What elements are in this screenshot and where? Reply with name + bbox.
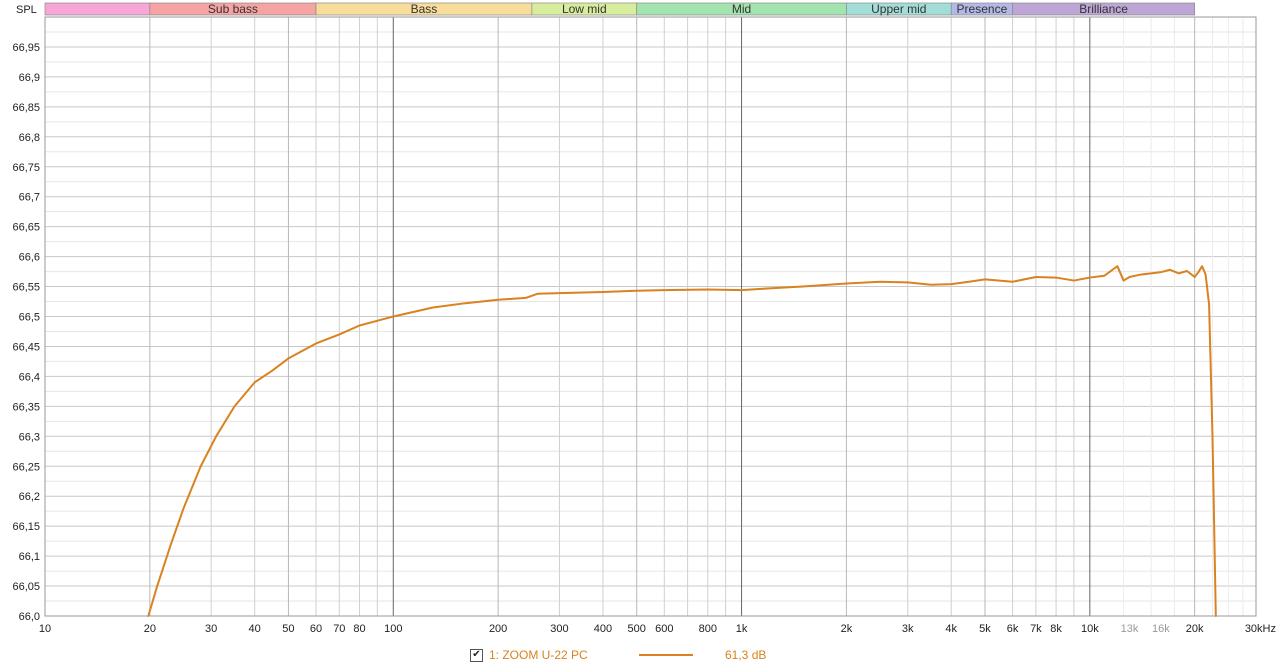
x-tick-label: 300 [550, 623, 568, 635]
x-tick-label: 4k [945, 623, 957, 635]
x-tick-label: 800 [699, 623, 717, 635]
y-tick-label: 66,1 [19, 551, 40, 563]
y-tick-label: 66,25 [12, 461, 40, 473]
y-tick-label: 66,45 [12, 341, 40, 353]
y-tick-label: 66,65 [12, 222, 40, 234]
x-tick-label: 13k [1121, 623, 1139, 635]
legend-series-name: 1: ZOOM U-22 PC [489, 648, 588, 662]
x-tick-label: 80 [353, 623, 365, 635]
y-tick-label: 66,9 [19, 72, 40, 84]
legend-line-swatch [639, 654, 693, 656]
x-tick-label: 500 [628, 623, 646, 635]
x-axis-ticks: 10 20 30 40 50 60 70 80 100 200 300 400 500 600 800 1k 2… [39, 623, 1276, 635]
x-tick-label: 100 [384, 623, 402, 635]
band-label: Upper mid [871, 2, 926, 16]
x-tick-label: 50 [282, 623, 294, 635]
band-label: Mid [732, 2, 751, 16]
band-label: Low mid [562, 2, 607, 16]
x-tick-label: 16k [1152, 623, 1170, 635]
spl-corner-label: SPL [16, 4, 37, 16]
y-tick-label: 66,2 [19, 491, 40, 503]
y-tick-label: 66,6 [19, 252, 40, 264]
y-tick-label: 66,3 [19, 431, 40, 443]
x-tick-label: 400 [594, 623, 612, 635]
x-tick-label: 60 [310, 623, 322, 635]
y-tick-label: 66,7 [19, 192, 40, 204]
y-tick-label: 66,8 [19, 132, 40, 144]
x-tick-label: 40 [249, 623, 261, 635]
y-tick-label: 66,05 [12, 581, 40, 593]
x-tick-label: 10 [39, 623, 51, 635]
band-label: Presence [957, 2, 1008, 16]
y-tick-label: 66,0 [19, 611, 40, 623]
y-tick-label: 66,35 [12, 401, 40, 413]
frequency-bands: Sub bass Bass Low mid Mid Upper mid Presence B… [44, 2, 1196, 16]
y-tick-label: 66,95 [12, 42, 40, 54]
x-tick-label: 600 [655, 623, 673, 635]
frequency-response-chart: Sub bass Bass Low mid Mid Upper mid Presence B… [12, 2, 1276, 635]
x-tick-label: 10k [1081, 623, 1099, 635]
y-tick-label: 66,4 [19, 371, 40, 383]
x-tick-label: 6k [1007, 623, 1019, 635]
x-tick-label: 20k [1186, 623, 1204, 635]
band-label: Bass [411, 2, 438, 16]
y-tick-label: 66,5 [19, 312, 40, 324]
y-tick-label: 66,15 [12, 521, 40, 533]
grid-lines [44, 17, 1257, 616]
x-tick-label: 5k [979, 623, 991, 635]
legend: ✔ 1: ZOOM U-22 PC 61,3 dB [470, 646, 766, 664]
x-tick-label: 3k [902, 623, 914, 635]
y-tick-label: 66,55 [12, 282, 40, 294]
x-tick-label: 20 [144, 623, 156, 635]
y-tick-label: 66,75 [12, 162, 40, 174]
x-tick-label: 30 [205, 623, 217, 635]
x-tick-label: 70 [333, 623, 345, 635]
y-axis-ticks: 66,0 66,05 66,1 66,15 66,2 66,25 66,3 66,35 66,4… [12, 42, 40, 623]
band-label: Brilliance [1079, 2, 1128, 16]
legend-spl-value: 61,3 dB [725, 648, 767, 662]
x-tick-label: 200 [489, 623, 507, 635]
x-tick-label: 30kHz [1245, 623, 1276, 635]
x-tick-label: 8k [1050, 623, 1062, 635]
x-tick-label: 2k [841, 623, 853, 635]
x-tick-label: 1k [736, 623, 748, 635]
band-segment [44, 2, 151, 16]
band-label: Sub bass [208, 2, 258, 16]
y-tick-label: 66,85 [12, 102, 40, 114]
x-tick-label: 7k [1030, 623, 1042, 635]
series-visibility-checkbox[interactable]: ✔ [470, 648, 483, 662]
